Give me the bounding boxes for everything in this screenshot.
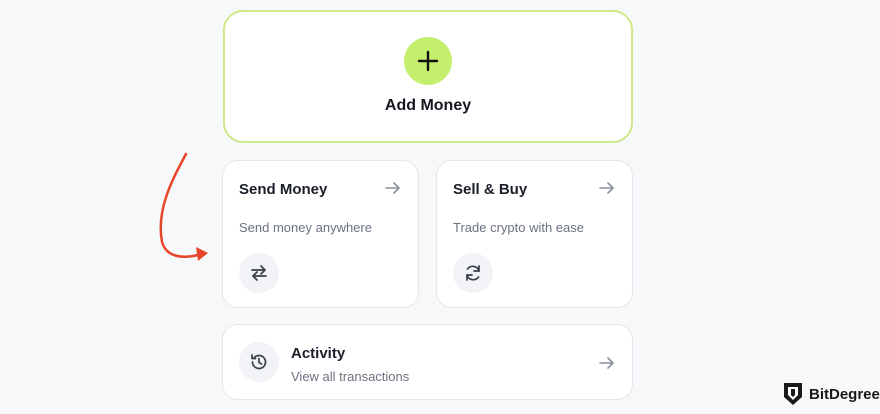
send-money-title: Send Money [239, 181, 328, 198]
transfer-arrows-icon [251, 265, 267, 281]
activity-icon-badge [239, 342, 279, 382]
add-money-card[interactable]: Add Money [223, 10, 633, 143]
add-money-label: Add Money [384, 97, 472, 114]
refresh-icon [466, 265, 480, 281]
send-money-icon-badge [239, 253, 279, 293]
plus-icon [417, 50, 439, 72]
sell-buy-title: Sell & Buy [453, 181, 528, 198]
bitdegree-watermark: BitDegree [782, 381, 880, 407]
sell-buy-card[interactable]: Sell & Buy Trade crypto with ease [436, 160, 633, 308]
bitdegree-shield-logo [784, 383, 802, 405]
history-icon [251, 354, 267, 370]
activity-subtitle: View all transactions [291, 369, 410, 384]
add-money-button[interactable] [404, 37, 452, 85]
arrow-right-icon [599, 182, 614, 194]
activity-title: Activity [291, 345, 346, 362]
brand-name: BitDegree [809, 385, 880, 403]
send-money-card[interactable]: Send Money Send money anywhere [222, 160, 419, 308]
arrow-right-icon [599, 357, 614, 369]
sell-buy-subtitle: Trade crypto with ease [453, 220, 585, 235]
send-money-subtitle: Send money anywhere [239, 220, 372, 235]
annotation-arrow-icon [159, 152, 208, 261]
activity-card[interactable]: Activity View all transactions [222, 324, 633, 400]
sell-buy-icon-badge [453, 253, 493, 293]
arrow-right-icon [385, 182, 400, 194]
